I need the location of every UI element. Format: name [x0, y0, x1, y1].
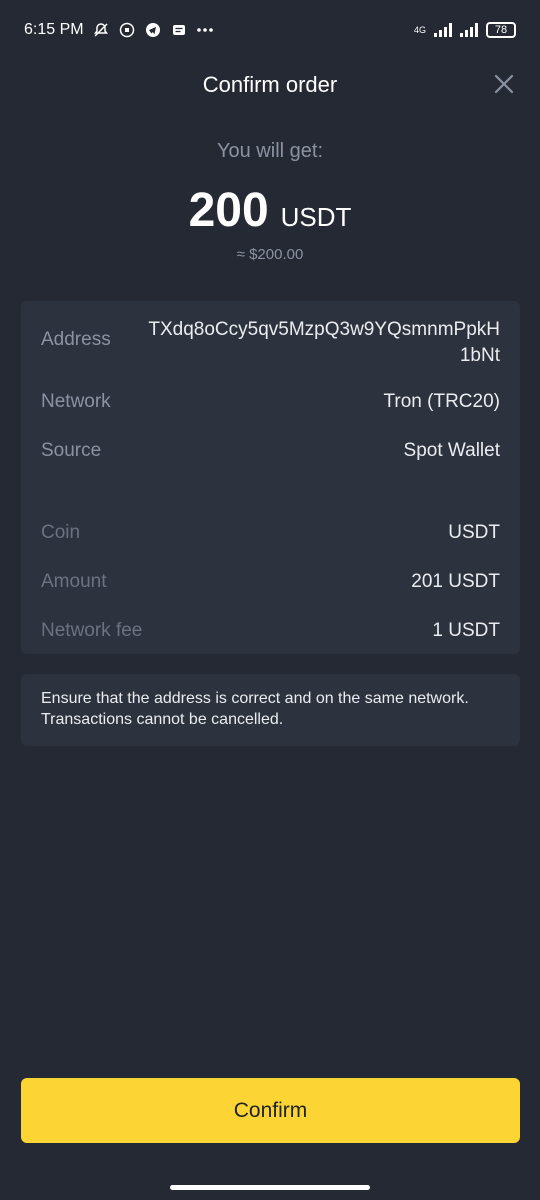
amount-value: 201 USDT — [411, 571, 500, 592]
address-label: Address — [41, 329, 111, 350]
address-row: Address TXdq8oCcy5qv5MzpQ3w9YQsmnmPpkH1b… — [41, 317, 500, 369]
network-label: Network — [41, 391, 111, 412]
header: Confirm order — [0, 60, 540, 110]
fee-label: Network fee — [41, 620, 143, 641]
coin-label: Coin — [41, 522, 81, 543]
you-will-get-label: You will get: — [217, 140, 323, 162]
status-time: 6:15 PM — [24, 21, 84, 38]
close-button[interactable] — [490, 70, 518, 98]
battery-level: 78 — [494, 24, 508, 36]
home-indicator[interactable] — [170, 1185, 370, 1190]
message-icon — [170, 21, 188, 39]
network-value: Tron (TRC20) — [383, 391, 500, 412]
amount-row: Amount 201 USDT — [41, 571, 500, 593]
source-row: Source Spot Wallet — [41, 440, 500, 462]
status-bar: 6:15 PM 4G 78 — [0, 0, 540, 60]
amount-line: 200 USDT — [0, 183, 540, 238]
status-right: 4G 78 — [414, 22, 516, 38]
whatsapp-icon — [118, 21, 136, 39]
amount-label: Amount — [41, 571, 107, 592]
telegram-icon — [144, 21, 162, 39]
coin-value: USDT — [448, 522, 500, 543]
fee-value: 1 USDT — [432, 620, 500, 641]
order-summary: You will get: 200 USDT ≈ $200.00 — [0, 140, 540, 263]
source-label: Source — [41, 440, 102, 461]
receive-unit: USDT — [280, 202, 352, 232]
more-icon — [196, 21, 214, 39]
fee-row: Network fee 1 USDT — [41, 620, 500, 642]
close-icon — [494, 74, 514, 94]
warning-notice: Ensure that the address is correct and o… — [21, 674, 520, 746]
page-title: Confirm order — [202, 72, 338, 97]
confirm-button[interactable]: Confirm — [21, 1078, 520, 1143]
network-row: Network Tron (TRC20) — [41, 391, 500, 413]
receive-amount: 200 — [188, 184, 269, 237]
address-value[interactable]: TXdq8oCcy5qv5MzpQ3w9YQsmnmPpkH1bNt — [140, 317, 500, 369]
status-left: 6:15 PM — [24, 21, 214, 39]
approx-value: ≈ $200.00 — [236, 246, 304, 263]
network-type: 4G — [413, 25, 426, 35]
battery-icon: 78 — [486, 22, 516, 38]
source-value: Spot Wallet — [403, 440, 500, 461]
coin-row: Coin USDT — [41, 522, 500, 544]
mute-icon — [92, 21, 110, 39]
details-card: Address TXdq8oCcy5qv5MzpQ3w9YQsmnmPpkH1b… — [21, 301, 520, 654]
signal-icon-2 — [460, 23, 478, 37]
signal-icon — [434, 23, 452, 37]
